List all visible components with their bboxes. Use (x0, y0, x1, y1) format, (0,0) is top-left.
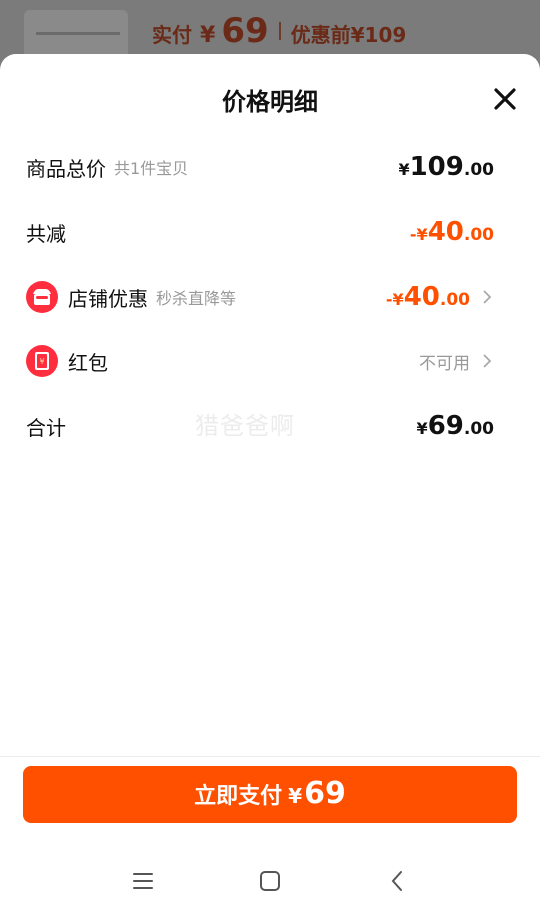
row-total-discount: 共减 -¥ 40 .00 (26, 212, 494, 252)
paid-symbol: ¥ (200, 23, 216, 48)
red-packet-status-wrap: 不可用 (419, 349, 470, 374)
back-button[interactable] (377, 861, 417, 901)
red-packet-status: 不可用 (419, 353, 470, 374)
shop-discount-desc: 秒杀直降等 (156, 289, 237, 308)
red-packet-icon: ¥ (26, 345, 58, 377)
home-button[interactable] (250, 861, 290, 901)
watermark: 猎爸爸啊 (195, 412, 295, 440)
grand-total-value: ¥ 69 .00 (417, 411, 494, 441)
price-separator (278, 22, 281, 40)
pay-button-label: 立即支付 (194, 784, 283, 809)
footer-divider (0, 756, 540, 757)
currency-symbol: ¥ (416, 419, 428, 438)
store-icon (26, 281, 58, 313)
shop-discount-label: 店铺优惠 (68, 286, 148, 311)
svg-text:¥: ¥ (39, 357, 44, 366)
menu-button[interactable] (123, 861, 163, 901)
row-shop-discount[interactable]: 店铺优惠 秒杀直降等 -¥ 40 .00 (26, 277, 494, 317)
system-nav-bar (0, 854, 540, 908)
amount-decimal: .00 (463, 225, 494, 245)
total-price-value: ¥ 109 .00 (398, 152, 494, 182)
home-icon (259, 871, 280, 891)
amount-decimal: .00 (463, 160, 494, 180)
amount-integer: 109 (409, 152, 464, 182)
total-price-label: 商品总价 (26, 156, 106, 181)
back-icon (391, 871, 402, 891)
amount-integer: 69 (427, 411, 464, 441)
chevron-right-icon (483, 290, 492, 304)
currency-symbol: -¥ (385, 290, 404, 309)
amount-decimal: .00 (439, 290, 470, 310)
menu-icon (133, 873, 154, 889)
amount-integer: 40 (403, 282, 440, 312)
currency-symbol: ¥ (398, 160, 410, 179)
pay-button-symbol: ¥ (288, 784, 303, 808)
pay-button-amount: 69 (304, 776, 346, 811)
grand-total-label: 合计 (26, 415, 66, 440)
paid-amount: 69 (221, 11, 269, 51)
shop-discount-value: -¥ 40 .00 (386, 282, 470, 312)
paid-label: 实付 (152, 23, 192, 47)
discount-label: 共减 (26, 221, 66, 246)
pay-now-button[interactable]: 立即支付 ¥ 69 (23, 766, 517, 823)
original-price: ¥109 (350, 23, 407, 47)
red-packet-label: 红包 (68, 350, 108, 375)
sheet-title: 价格明细 (222, 88, 318, 116)
row-red-packet[interactable]: ¥ 红包 不可用 (26, 341, 494, 381)
row-total-price: 商品总价 共1件宝贝 ¥ 109 .00 (26, 147, 494, 187)
background-price-summary: 实付 ¥ 69 优惠前 ¥109 (152, 14, 406, 48)
close-icon (494, 88, 516, 110)
close-button[interactable] (492, 86, 518, 112)
chevron-right-icon (483, 354, 492, 368)
amount-decimal: .00 (463, 419, 494, 439)
amount-integer: 40 (427, 217, 464, 247)
discount-value: -¥ 40 .00 (410, 217, 494, 247)
original-label: 优惠前 (290, 23, 351, 47)
item-count: 共1件宝贝 (114, 159, 189, 178)
currency-symbol: -¥ (409, 225, 428, 244)
price-detail-sheet: 价格明细 商品总价 共1件宝贝 ¥ 109 .00 共减 -¥ 40 .00 店… (0, 54, 540, 908)
